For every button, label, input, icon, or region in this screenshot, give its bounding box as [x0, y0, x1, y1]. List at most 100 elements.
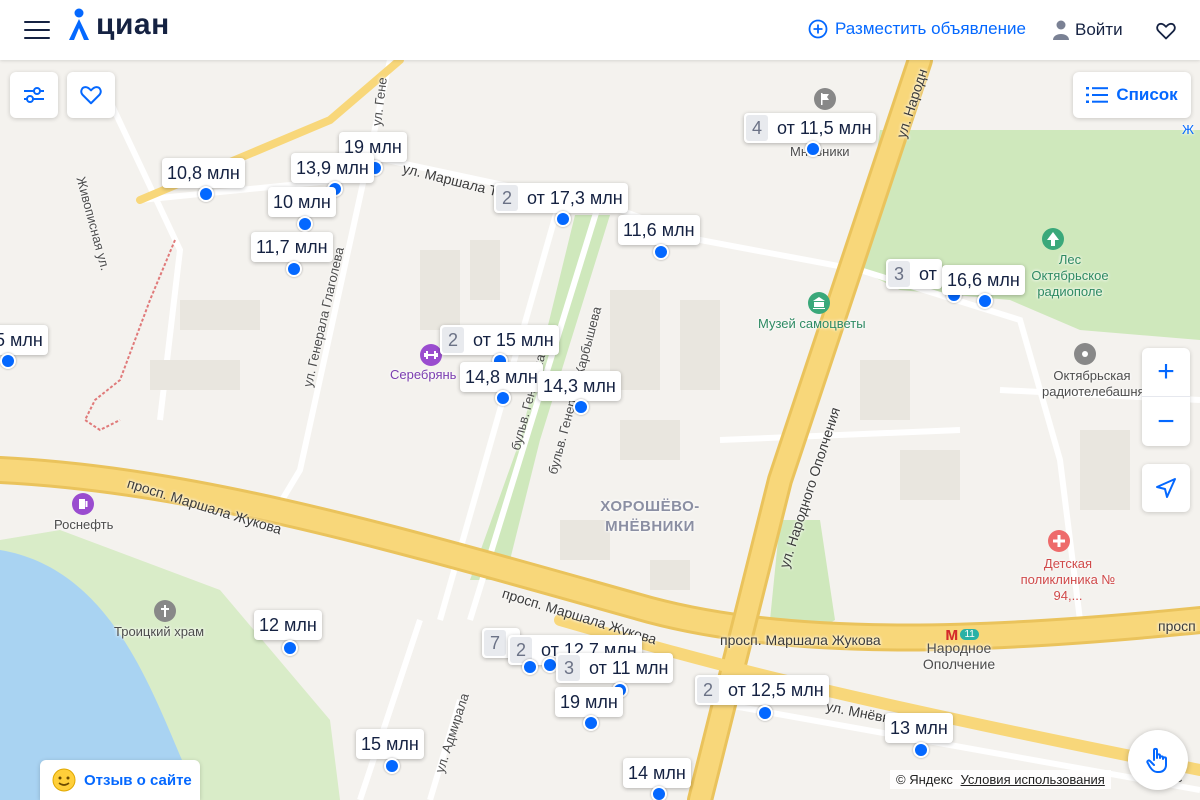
smile-icon: [52, 768, 76, 792]
price-text: от 17,3 млн: [527, 187, 623, 208]
logo[interactable]: циан: [66, 8, 170, 42]
hamburger-menu-icon[interactable]: [24, 21, 50, 39]
price-label[interactable]: 4 от 11,5 млн: [744, 113, 877, 143]
fuel-station-label: Роснефть: [54, 517, 114, 532]
tower-icon[interactable]: [1074, 343, 1096, 365]
map-attribution: © Яндекс Условия использования: [890, 770, 1111, 789]
user-icon: [1053, 20, 1069, 40]
price-text: 13,9 млн: [296, 157, 369, 178]
cluster-count: 3: [888, 261, 911, 287]
listing-pin[interactable]: [977, 293, 993, 309]
listing-pin[interactable]: [384, 758, 400, 774]
price-label[interactable]: 19 млн: [555, 687, 623, 717]
price-text: 15 млн: [361, 733, 419, 754]
church-label: Троицкий храм: [114, 624, 205, 639]
hand-pointer-icon: [1146, 747, 1167, 773]
plus-circle-icon: [808, 19, 828, 39]
listing-pin[interactable]: [653, 244, 669, 260]
gym-icon[interactable]: [420, 344, 442, 366]
price-text: 13 млн: [890, 717, 948, 738]
listing-pin[interactable]: [297, 216, 313, 232]
price-label[interactable]: 13 млн: [885, 713, 953, 743]
price-label[interactable]: 5 млн: [0, 325, 48, 355]
price-text: 10 млн: [273, 191, 331, 212]
listing-pin[interactable]: [198, 186, 214, 202]
feedback-button[interactable]: Отзыв о сайте: [40, 760, 200, 800]
price-text: 19 млн: [560, 691, 618, 712]
listing-pin[interactable]: [0, 353, 16, 369]
listing-pin[interactable]: [651, 786, 667, 800]
price-label[interactable]: 15 млн: [356, 729, 424, 759]
price-text: от 11 млн: [589, 657, 669, 678]
price-label[interactable]: 14,3 млн: [538, 371, 621, 401]
price-label[interactable]: 2 от 12,5 млн: [695, 675, 829, 705]
filters-button[interactable]: [10, 72, 58, 118]
login-button[interactable]: Войти: [1052, 20, 1123, 40]
price-label[interactable]: 14 млн: [623, 758, 691, 788]
price-label[interactable]: 10 млн: [268, 187, 336, 217]
park-icon[interactable]: [1042, 228, 1064, 250]
list-label: Список: [1116, 85, 1178, 104]
listing-pin[interactable]: [282, 640, 298, 656]
church-icon[interactable]: [154, 600, 176, 622]
listing-pin[interactable]: [555, 211, 571, 227]
favorites-heart-icon[interactable]: [1156, 22, 1176, 40]
listing-pin[interactable]: [757, 705, 773, 721]
price-text: 14,8 млн: [465, 366, 538, 387]
gesture-button[interactable]: [1128, 730, 1188, 790]
flag-icon[interactable]: [814, 88, 836, 110]
list-view-button[interactable]: Список: [1073, 72, 1191, 118]
listing-pin[interactable]: [522, 659, 538, 675]
listing-pin[interactable]: [495, 390, 511, 406]
login-label: Войти: [1075, 20, 1123, 39]
cluster-count: 7: [484, 630, 507, 656]
price-label[interactable]: 16,6 млн: [942, 265, 1025, 295]
feedback-label: Отзыв о сайте: [84, 771, 192, 789]
price-label[interactable]: 13,9 млн: [291, 153, 374, 183]
zoom-in-button[interactable]: +: [1142, 348, 1190, 397]
price-label[interactable]: 10,8 млн: [162, 158, 245, 188]
price-label[interactable]: 3 от 11 млн: [556, 653, 674, 683]
price-text: 5 млн: [0, 329, 43, 350]
price-label[interactable]: 11,7 млн: [251, 232, 333, 262]
listing-pin[interactable]: [583, 715, 599, 731]
listing-pin[interactable]: [805, 141, 821, 157]
zoom-control: + −: [1142, 348, 1190, 446]
price-text: 14,3 млн: [543, 375, 616, 396]
price-text: от: [919, 263, 937, 284]
logo-text: циан: [96, 8, 170, 41]
price-text: 10,8 млн: [167, 162, 240, 183]
edge-label: Ж: [1182, 122, 1195, 137]
price-label[interactable]: 14,8 млн: [460, 362, 543, 392]
price-label[interactable]: 3 от: [886, 259, 942, 289]
terms-link[interactable]: Условия использования: [961, 772, 1105, 787]
price-text: от 11,5 млн: [777, 117, 872, 138]
cluster-count: 4: [746, 115, 769, 141]
price-label[interactable]: 2 от 17,3 млн: [494, 183, 628, 213]
zoom-out-button[interactable]: −: [1142, 397, 1190, 446]
listing-pin[interactable]: [913, 742, 929, 758]
geolocation-button[interactable]: [1142, 464, 1190, 512]
post-ad-label: Разместить объявление: [835, 19, 1026, 38]
park-label: Лес Октябрьское радиополе: [1031, 252, 1109, 299]
museum-label: Музей самоцветы: [758, 316, 866, 331]
listing-pin[interactable]: [573, 399, 589, 415]
metro-label: Народное Ополчение: [922, 640, 996, 672]
heart-icon: [80, 86, 102, 105]
road-label: просп: [1158, 618, 1196, 634]
clinic-icon[interactable]: [1048, 530, 1070, 552]
fuel-station-icon[interactable]: [72, 493, 94, 515]
price-text: от 15 млн: [473, 329, 554, 350]
listing-pin[interactable]: [286, 261, 302, 277]
post-ad-button[interactable]: Разместить объявление: [808, 19, 1026, 39]
price-label[interactable]: 12 млн: [254, 610, 322, 640]
map-favorites-button[interactable]: [67, 72, 115, 118]
price-text: 11,6 млн: [623, 219, 695, 240]
price-label[interactable]: 2 от 15 млн: [440, 325, 559, 355]
price-label[interactable]: 11,6 млн: [618, 215, 700, 245]
cluster-count: 2: [442, 327, 465, 353]
price-text: 16,6 млн: [947, 269, 1020, 290]
museum-icon[interactable]: [808, 292, 830, 314]
district-label: ХОРОШЁВО- МНЁВНИКИ: [600, 498, 700, 535]
location-arrow-icon: [1156, 478, 1176, 498]
